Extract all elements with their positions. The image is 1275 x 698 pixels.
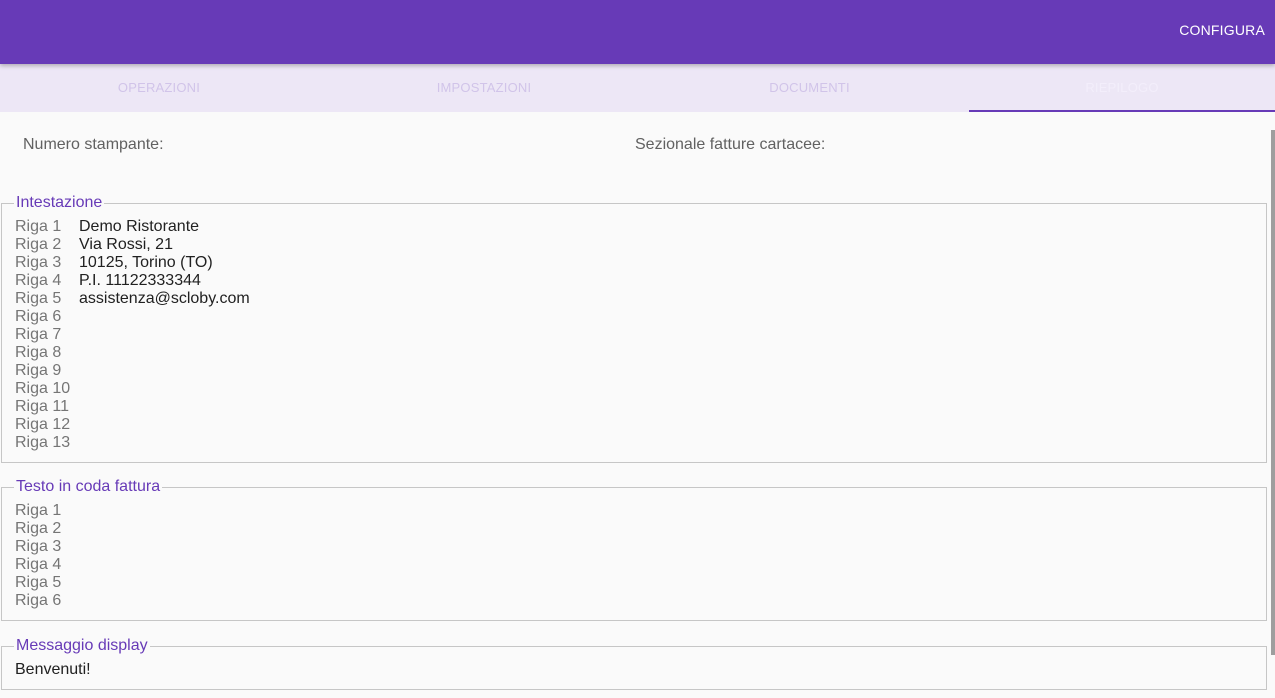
testo-coda-row: Riga 6: [15, 592, 79, 610]
testo-coda-row: Riga 4: [15, 556, 79, 574]
row-label: Riga 5: [15, 574, 62, 591]
row-label: Riga 5: [15, 290, 62, 307]
testo-coda-title: Testo in coda fattura: [14, 478, 163, 496]
messaggio-display-text: Benvenuti!: [15, 661, 91, 678]
row-label: Riga 6: [15, 592, 62, 609]
testo-coda-rows: Riga 1 Riga 2 Riga 3 Riga 4 Riga 5 Riga …: [15, 502, 79, 610]
row-label: Riga 4: [15, 556, 62, 573]
vertical-scrollbar[interactable]: [1271, 130, 1275, 655]
row-value: assistenza@scloby.com: [79, 290, 250, 307]
row-value: 10125, Torino (TO): [79, 254, 213, 271]
testo-coda-group: Testo in coda fattura Riga 1 Riga 2 Riga…: [1, 478, 1267, 621]
app-bar: CONFIGURA: [0, 0, 1275, 64]
intestazione-row: Riga 4 P.I. 11122333344: [15, 272, 250, 290]
row-label: Riga 13: [15, 434, 71, 451]
row-label: Riga 6: [15, 308, 62, 325]
intestazione-row: Riga 8: [15, 344, 250, 362]
row-label: Riga 7: [15, 326, 62, 343]
configura-button[interactable]: CONFIGURA: [1179, 22, 1265, 38]
intestazione-row: Riga 11: [15, 398, 250, 416]
testo-coda-row: Riga 5: [15, 574, 79, 592]
intestazione-group: Intestazione Riga 1 Demo Ristorante Riga …: [1, 194, 1267, 463]
row-label: Riga 3: [15, 254, 62, 271]
intestazione-row: Riga 12: [15, 416, 250, 434]
intestazione-title: Intestazione: [14, 194, 105, 212]
tab-operazioni[interactable]: OPERAZIONI: [0, 64, 318, 112]
intestazione-row: Riga 9: [15, 362, 250, 380]
intestazione-row: Riga 7: [15, 326, 250, 344]
intestazione-rows: Riga 1 Demo Ristorante Riga 2 Via Rossi, 2…: [15, 218, 250, 452]
row-label: Riga 2: [15, 236, 62, 253]
row-value: Via Rossi, 21: [79, 236, 173, 253]
row-label: Riga 3: [15, 538, 62, 555]
messaggio-display-group: Messaggio display Benvenuti!: [1, 637, 1267, 690]
row-label: Riga 10: [15, 380, 71, 397]
printer-number-label: Numero stampante:: [23, 136, 164, 153]
row-label: Riga 2: [15, 520, 62, 537]
intestazione-row: Riga 5 assistenza@scloby.com: [15, 290, 250, 308]
row-value: P.I. 11122333344: [79, 272, 201, 289]
sezionale-label: Sezionale fatture cartacee:: [635, 136, 826, 153]
row-label: Riga 4: [15, 272, 62, 289]
intestazione-row: Riga 2 Via Rossi, 21: [15, 236, 250, 254]
messaggio-display-title: Messaggio display: [14, 637, 150, 655]
tab-riepilogo-label: RIEPILOGO: [1085, 80, 1159, 95]
row-label: Riga 11: [15, 398, 69, 415]
intestazione-row: Riga 13: [15, 434, 250, 452]
tab-impostazioni[interactable]: IMPOSTAZIONI: [318, 64, 650, 112]
intestazione-row: Riga 10: [15, 380, 250, 398]
row-label: Riga 8: [15, 344, 62, 361]
tab-bar: OPERAZIONI IMPOSTAZIONI DOCUMENTI RIEPIL…: [0, 64, 1275, 112]
tab-documenti[interactable]: DOCUMENTI: [650, 64, 969, 112]
row-label: Riga 9: [15, 362, 62, 379]
testo-coda-row: Riga 1: [15, 502, 79, 520]
row-label: Riga 1: [15, 502, 62, 519]
intestazione-row: Riga 1 Demo Ristorante: [15, 218, 250, 236]
intestazione-row: Riga 3 10125, Torino (TO): [15, 254, 250, 272]
tab-riepilogo[interactable]: RIEPILOGO: [969, 64, 1275, 112]
testo-coda-row: Riga 2: [15, 520, 79, 538]
testo-coda-row: Riga 3: [15, 538, 79, 556]
row-label: Riga 12: [15, 416, 71, 433]
row-label: Riga 1: [15, 218, 62, 235]
intestazione-row: Riga 6: [15, 308, 250, 326]
summary-content: Numero stampante: Sezionale fatture cart…: [0, 112, 1275, 698]
row-value: Demo Ristorante: [79, 218, 200, 235]
